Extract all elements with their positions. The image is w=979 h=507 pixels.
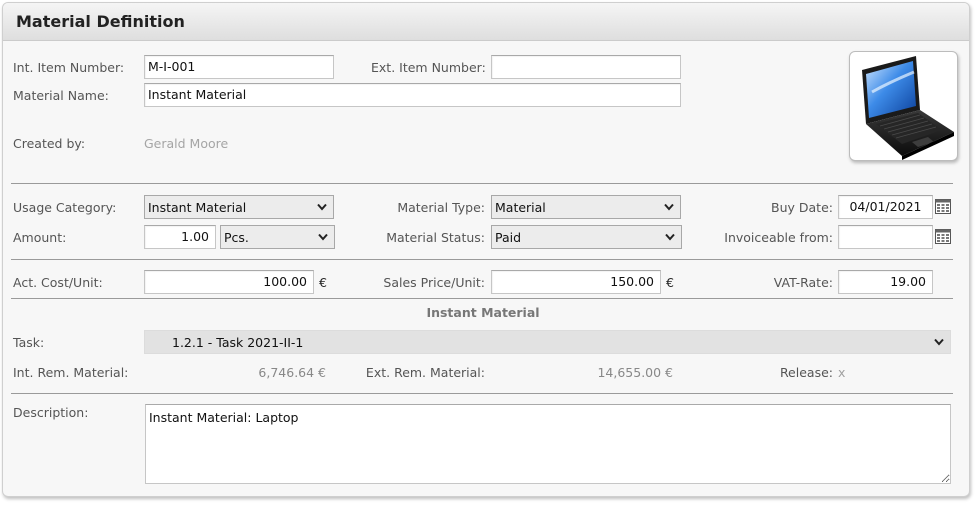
sales-price-label: Sales Price/Unit:: [383, 275, 485, 290]
sales-price-input[interactable]: 150.00: [491, 270, 661, 294]
invoiceable-from-label: Invoiceable from:: [724, 230, 833, 245]
description-textarea[interactable]: Instant Material: Laptop: [145, 404, 951, 484]
material-name-label: Material Name:: [13, 88, 109, 103]
material-type-value: Material: [495, 200, 546, 215]
panel-header: Material Definition: [3, 3, 969, 41]
int-item-number-input[interactable]: M-I-001: [144, 55, 334, 79]
act-cost-label: Act. Cost/Unit:: [13, 275, 103, 290]
ext-rem-material-label: Ext. Rem. Material:: [365, 365, 485, 380]
amount-label: Amount:: [13, 230, 67, 245]
ext-rem-material-value: 14,655.00 €: [597, 365, 673, 380]
task-label: Task:: [13, 335, 45, 350]
invoiceable-from-input[interactable]: [838, 225, 933, 249]
divider: [11, 298, 953, 299]
ext-item-number-label: Ext. Item Number:: [371, 60, 486, 75]
calendar-icon[interactable]: [935, 198, 951, 214]
usage-category-label: Usage Category:: [13, 200, 117, 215]
usage-category-value: Instant Material: [148, 200, 247, 215]
created-by-value: Gerald Moore: [144, 136, 229, 151]
chevron-down-icon: [934, 338, 944, 346]
unit-select[interactable]: Pcs.: [220, 225, 335, 249]
release-value: x: [838, 365, 846, 380]
buy-date-label: Buy Date:: [771, 200, 833, 215]
currency-symbol: €: [319, 275, 327, 290]
usage-category-select[interactable]: Instant Material: [144, 195, 334, 219]
chevron-down-icon: [664, 203, 674, 211]
task-select[interactable]: 1.2.1 - Task 2021-II-1: [144, 330, 951, 354]
material-name-input[interactable]: Instant Material: [144, 83, 681, 107]
int-rem-material-label: Int. Rem. Material:: [13, 365, 129, 380]
chevron-down-icon: [317, 203, 327, 211]
ext-item-number-input[interactable]: [491, 55, 681, 79]
material-type-label: Material Type:: [397, 200, 485, 215]
material-status-select[interactable]: Paid: [491, 225, 682, 249]
chevron-down-icon: [318, 233, 328, 241]
amount-input[interactable]: 1.00: [144, 225, 216, 249]
release-label: Release:: [779, 365, 833, 380]
divider: [11, 393, 953, 394]
laptop-icon: [862, 56, 954, 160]
material-status-label: Material Status:: [386, 230, 485, 245]
task-value: 1.2.1 - Task 2021-II-1: [172, 335, 304, 350]
currency-symbol: €: [666, 275, 674, 290]
unit-value: Pcs.: [224, 230, 249, 245]
section-title: Instant Material: [426, 305, 540, 320]
divider: [11, 259, 953, 260]
vat-rate-input[interactable]: 19.00: [838, 270, 933, 294]
calendar-icon[interactable]: [935, 228, 951, 244]
material-status-value: Paid: [495, 230, 522, 245]
divider: [11, 183, 953, 184]
chevron-down-icon: [665, 233, 675, 241]
int-rem-material-value: 6,746.64 €: [258, 365, 326, 380]
page-title: Material Definition: [16, 12, 185, 31]
description-label: Description:: [13, 405, 89, 420]
vat-rate-label: VAT-Rate:: [773, 275, 833, 290]
buy-date-input[interactable]: 04/01/2021: [838, 195, 933, 219]
material-definition-panel: Material Definition Int. Item Number: M-…: [2, 2, 970, 497]
material-image[interactable]: [849, 51, 958, 161]
material-type-select[interactable]: Material: [491, 195, 681, 219]
act-cost-input[interactable]: 100.00: [144, 270, 314, 294]
created-by-label: Created by:: [13, 136, 86, 151]
int-item-number-label: Int. Item Number:: [13, 60, 125, 75]
